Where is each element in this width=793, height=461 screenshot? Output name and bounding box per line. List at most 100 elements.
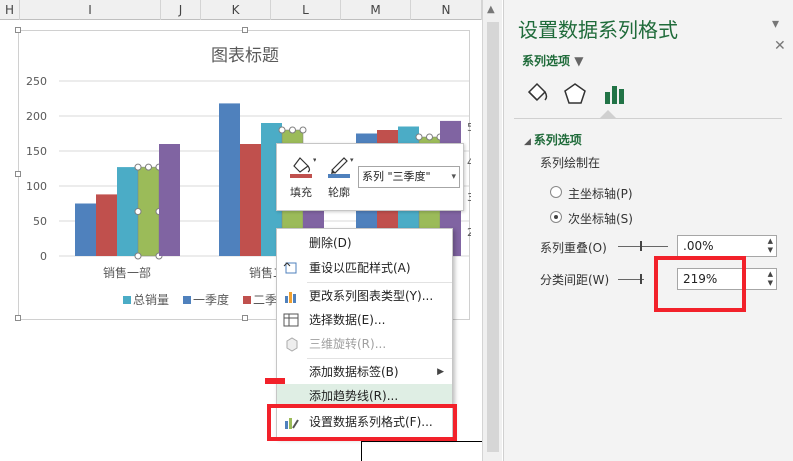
overlap-spinner[interactable]: .00% ▲ ▼ bbox=[677, 235, 777, 257]
tab-divider bbox=[514, 118, 782, 119]
table-icon bbox=[283, 313, 299, 327]
column-header-h[interactable]: H bbox=[0, 0, 20, 20]
outline-button[interactable]: ▾ 轮廓 bbox=[321, 150, 357, 206]
annotation-box bbox=[267, 404, 457, 441]
legend-swatch bbox=[183, 296, 191, 304]
menu-item-select-data[interactable]: 选择数据(E)... bbox=[277, 308, 452, 332]
overlap-label: 系列重叠(O) bbox=[540, 241, 607, 255]
y-tick-label: 200 bbox=[26, 110, 47, 123]
tab-pointer bbox=[600, 110, 616, 118]
overlap-slider[interactable] bbox=[618, 246, 668, 247]
y2-tick-label: 3 bbox=[467, 191, 471, 204]
menu-item-reset-style[interactable]: 重设以匹配样式(A) bbox=[277, 256, 452, 280]
legend-swatch bbox=[243, 296, 251, 304]
y-tick-label: 50 bbox=[33, 215, 47, 228]
x-tick-label: 销售一部 bbox=[103, 265, 151, 280]
legend-label: 一季度 bbox=[193, 292, 229, 307]
scroll-up-icon[interactable]: ▲ bbox=[487, 4, 495, 15]
cell-border bbox=[361, 441, 482, 461]
secondary-axis-radio[interactable] bbox=[550, 211, 562, 223]
chart-bar[interactable] bbox=[159, 144, 180, 256]
pen-icon: ▾ bbox=[328, 156, 354, 178]
menu-item-label: 三维旋转(R)... bbox=[309, 337, 387, 351]
close-icon[interactable]: ✕ bbox=[774, 38, 786, 54]
collapse-icon: ◢ bbox=[524, 137, 534, 147]
chart-bar[interactable] bbox=[75, 203, 96, 257]
series-select-value: 系列 "三季度" bbox=[362, 170, 431, 183]
selection-handle bbox=[278, 126, 286, 134]
selection-handle bbox=[134, 252, 142, 260]
annotation-marker bbox=[265, 378, 285, 384]
gap-width-slider-knob[interactable] bbox=[640, 274, 642, 284]
cube-icon bbox=[286, 337, 298, 352]
primary-axis-label[interactable]: 主坐标轴(P) bbox=[568, 185, 633, 202]
svg-text:▾: ▾ bbox=[313, 156, 316, 164]
annotation-box bbox=[654, 256, 746, 312]
secondary-axis-label[interactable]: 次坐标轴(S) bbox=[568, 210, 633, 227]
y2-tick-label: 2 bbox=[467, 226, 471, 239]
menu-item-label: 删除(D) bbox=[309, 236, 352, 250]
chevron-down-icon: ▾ bbox=[451, 172, 456, 182]
series-options-tab-icon[interactable] bbox=[602, 80, 628, 108]
spinner-arrows-icon[interactable]: ▲ ▼ bbox=[768, 270, 773, 288]
outline-label: 轮廓 bbox=[328, 186, 350, 199]
paint-bucket-icon: ▾ bbox=[290, 156, 316, 178]
submenu-arrow-icon: ▶ bbox=[437, 367, 444, 377]
menu-item-delete[interactable]: 删除(D) bbox=[277, 231, 452, 255]
bar-chart-icon bbox=[285, 292, 296, 303]
fill-button[interactable]: ▾ 填充 bbox=[283, 150, 319, 206]
effects-tab-icon[interactable] bbox=[562, 80, 588, 108]
column-header-l[interactable]: L bbox=[271, 0, 341, 20]
menu-item-change-chart-type[interactable]: 更改系列图表类型(Y)... bbox=[277, 284, 452, 308]
menu-item-label: 选择数据(E)... bbox=[309, 313, 386, 327]
chart-bar[interactable] bbox=[96, 194, 117, 256]
column-header-n[interactable]: N bbox=[411, 0, 482, 20]
selection-handle bbox=[289, 126, 296, 134]
menu-item-add-data-labels[interactable]: 添加数据标签(B) ▶ bbox=[277, 360, 452, 384]
selection-handle bbox=[299, 126, 307, 134]
y-tick-label: 250 bbox=[26, 75, 47, 88]
overlap-value: .00% bbox=[683, 239, 714, 253]
selection-handle bbox=[134, 163, 142, 171]
fill-label: 填充 bbox=[290, 186, 312, 199]
selection-handle bbox=[426, 133, 433, 141]
column-header-i[interactable]: I bbox=[20, 0, 161, 20]
scrollbar-thumb[interactable] bbox=[487, 22, 499, 452]
menu-item-label: 添加趋势线(R)... bbox=[309, 389, 399, 403]
selection-handle bbox=[415, 133, 423, 141]
vertical-scrollbar[interactable]: ▲ bbox=[482, 0, 502, 461]
svg-text:▾: ▾ bbox=[350, 156, 354, 164]
chart-bar[interactable] bbox=[240, 144, 261, 256]
menu-divider bbox=[307, 358, 452, 359]
menu-item-label: 添加数据标签(B) bbox=[309, 365, 399, 379]
column-header-j[interactable]: J bbox=[161, 0, 201, 20]
menu-item-label: 更改系列图表类型(Y)... bbox=[309, 289, 434, 303]
series-options-label: 系列选项 bbox=[522, 54, 571, 68]
column-header-k[interactable]: K bbox=[201, 0, 271, 20]
mini-toolbar: ▾ 填充 ▾ 轮廓 系列 "三季度" ▾ bbox=[276, 143, 464, 211]
y-tick-label: 150 bbox=[26, 145, 47, 158]
chevron-down-icon: ▼ bbox=[574, 54, 584, 68]
pane-title: 设置数据系列格式 bbox=[518, 18, 678, 42]
y-tick-label: 100 bbox=[26, 180, 47, 193]
chart-bar[interactable] bbox=[219, 103, 240, 257]
section-title: 系列选项 bbox=[533, 133, 582, 147]
plot-on-label: 系列绘制在 bbox=[540, 156, 601, 170]
selection-handle bbox=[134, 208, 142, 216]
format-pane: 设置数据系列格式 ▾ ✕ 系列选项 ▼ ◢ 系列选项 系列绘制在 主坐标轴(P)… bbox=[503, 0, 793, 461]
series-options-dropdown[interactable]: 系列选项 ▼ bbox=[522, 52, 583, 69]
reset-style-icon bbox=[283, 262, 297, 274]
gap-width-label: 分类间距(W) bbox=[540, 273, 610, 287]
primary-axis-radio[interactable] bbox=[550, 186, 562, 198]
overlap-slider-knob[interactable] bbox=[640, 241, 642, 251]
column-header-m[interactable]: M bbox=[341, 0, 411, 20]
spinner-arrows-icon[interactable]: ▲ ▼ bbox=[768, 237, 773, 255]
series-select[interactable]: 系列 "三季度" ▾ bbox=[358, 166, 460, 188]
pane-options-icon[interactable]: ▾ bbox=[772, 16, 779, 32]
fill-line-tab-icon[interactable] bbox=[524, 80, 550, 108]
column-header-row: H I J K L M N bbox=[0, 0, 482, 20]
menu-item-label: 重设以匹配样式(A) bbox=[309, 261, 411, 275]
section-series-options[interactable]: ◢ 系列选项 bbox=[524, 131, 582, 148]
legend-label: 总销量 bbox=[133, 293, 169, 307]
y2-tick-label: 5 bbox=[467, 121, 471, 134]
